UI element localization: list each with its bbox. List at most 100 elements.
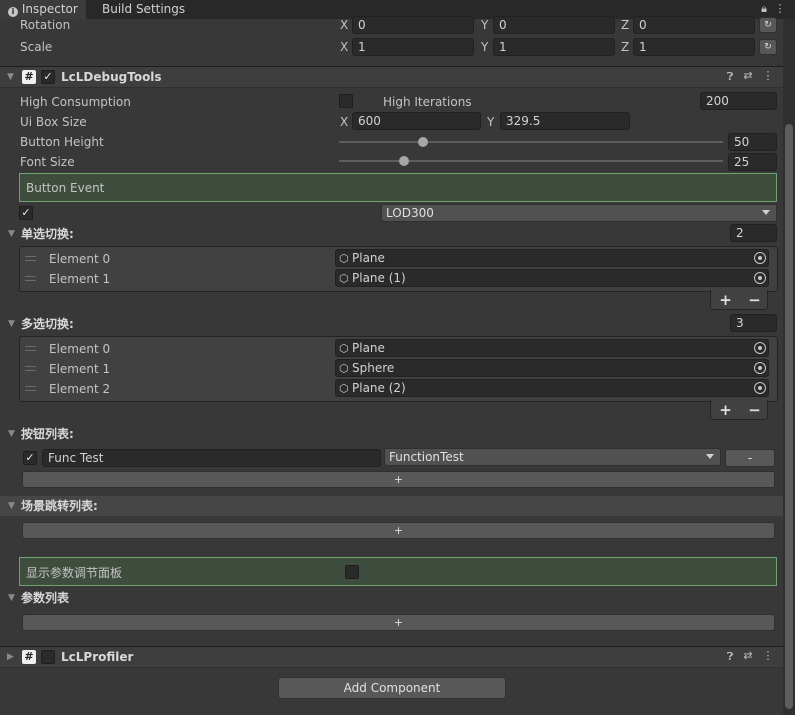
list-item-label: Element 0: [49, 252, 111, 266]
add-element-button[interactable]: +: [711, 400, 740, 420]
param-panel-box[interactable]: 显示参数调节面板: [19, 557, 777, 586]
single-switch-title[interactable]: 单选切换:: [21, 226, 74, 242]
object-field[interactable]: ⬡ Plane (2): [335, 379, 769, 397]
presets-icon[interactable]: ⇄: [741, 69, 755, 82]
scrollbar-thumb[interactable]: [785, 124, 793, 709]
button-height-slider-knob[interactable]: [418, 137, 429, 147]
tab-build-settings-label: Build Settings: [102, 2, 186, 16]
help-icon[interactable]: ❓︎: [723, 70, 737, 84]
object-field-value: Plane (1): [352, 271, 406, 285]
scale-z-field[interactable]: 1: [633, 38, 755, 56]
param-panel-label: 显示参数调节面板: [26, 566, 123, 580]
multi-switch-foldout-icon[interactable]: ▼: [8, 319, 15, 329]
cube-icon: ⬡: [339, 252, 349, 265]
lod-dropdown[interactable]: LOD300: [381, 204, 777, 222]
button-name-field[interactable]: Func Test: [42, 449, 381, 467]
scale-x-field[interactable]: 1: [352, 38, 474, 56]
drag-handle-icon[interactable]: [25, 366, 36, 371]
component-enabled-checkbox[interactable]: [41, 650, 55, 664]
button-height-slider-track[interactable]: [339, 141, 723, 143]
lock-icon[interactable]: 🔒︎: [757, 2, 771, 16]
ui-box-x-field[interactable]: 600: [352, 112, 481, 130]
add-scene-button[interactable]: +: [22, 522, 775, 539]
more-menu-icon[interactable]: ⋮: [761, 649, 775, 662]
ui-box-y-field[interactable]: 329.5: [500, 112, 630, 130]
button-height-field[interactable]: 50: [728, 133, 777, 151]
scene-list-header: [0, 496, 783, 516]
object-picker-icon[interactable]: [754, 342, 766, 354]
object-picker-icon[interactable]: [754, 272, 766, 284]
object-field[interactable]: ⬡ Plane: [335, 339, 769, 357]
high-iterations-label: High Iterations: [383, 95, 472, 109]
object-picker-icon[interactable]: [754, 362, 766, 374]
help-icon[interactable]: ❓︎: [723, 650, 737, 664]
add-param-button[interactable]: +: [22, 614, 775, 631]
add-component-button[interactable]: Add Component: [278, 677, 506, 699]
button-entry-checkbox[interactable]: ✓: [23, 451, 37, 465]
add-element-button[interactable]: +: [711, 290, 740, 310]
remove-element-button[interactable]: −: [740, 400, 769, 420]
reset-icon: ↻: [764, 42, 772, 52]
ui-box-y-label: Y: [487, 115, 495, 129]
cube-icon: ⬡: [339, 272, 349, 285]
more-menu-icon[interactable]: ⋮: [773, 2, 787, 15]
cube-icon: ⬡: [339, 382, 349, 395]
param-panel-checkbox[interactable]: [345, 565, 359, 579]
font-size-field[interactable]: 25: [728, 153, 777, 171]
button-list-title[interactable]: 按钮列表:: [21, 426, 74, 442]
object-field[interactable]: ⬡ Sphere: [335, 359, 769, 377]
remove-element-button[interactable]: −: [740, 290, 769, 310]
drag-handle-icon[interactable]: [25, 256, 36, 261]
object-field[interactable]: ⬡ Plane: [335, 249, 769, 267]
button-event-label: Button Event: [26, 181, 105, 195]
scale-y-label: Y: [481, 40, 489, 54]
reset-scale-button[interactable]: ↻: [759, 39, 777, 55]
drag-handle-icon[interactable]: [25, 276, 36, 281]
foldout-arrow-icon[interactable]: ▶: [7, 652, 14, 662]
param-list-foldout-icon[interactable]: ▼: [8, 593, 15, 603]
scene-list-title[interactable]: 场景跳转列表:: [21, 498, 98, 514]
single-switch-foldout-icon[interactable]: ▼: [8, 229, 15, 239]
remove-button-entry[interactable]: -: [725, 449, 775, 467]
font-size-slider-knob[interactable]: [399, 156, 410, 166]
button-height-label: Button Height: [20, 135, 104, 149]
ui-box-size-label: Ui Box Size: [20, 115, 87, 129]
reset-rotation-button[interactable]: ↻: [759, 17, 777, 33]
multi-switch-count[interactable]: 3: [730, 314, 777, 332]
tab-build-settings[interactable]: Build Settings: [94, 0, 193, 19]
scene-list-foldout-icon[interactable]: ▼: [8, 501, 15, 511]
event-enabled-checkbox[interactable]: ✓: [19, 206, 33, 220]
object-field[interactable]: ⬡ Plane (1): [335, 269, 769, 287]
component-enabled-checkbox[interactable]: ✓: [41, 70, 55, 84]
param-list-title[interactable]: 参数列表: [21, 590, 69, 606]
scale-z-label: Z: [621, 40, 630, 54]
high-iterations-field[interactable]: 200: [700, 92, 777, 110]
rotation-y-label: Y: [481, 18, 489, 32]
script-icon: #: [22, 70, 36, 84]
font-size-slider-track[interactable]: [339, 160, 723, 162]
chevron-down-icon: [762, 210, 770, 215]
drag-handle-icon[interactable]: [25, 386, 36, 391]
more-menu-icon[interactable]: ⋮: [761, 69, 775, 82]
object-picker-icon[interactable]: [754, 382, 766, 394]
font-size-label: Font Size: [20, 155, 75, 169]
button-list-foldout-icon[interactable]: ▼: [8, 429, 15, 439]
add-button-entry[interactable]: +: [22, 471, 775, 488]
drag-handle-icon[interactable]: [25, 346, 36, 351]
rotation-z-field[interactable]: 0: [633, 16, 755, 34]
function-dropdown[interactable]: FunctionTest: [384, 448, 721, 466]
object-picker-icon[interactable]: [754, 252, 766, 264]
presets-icon[interactable]: ⇄: [741, 649, 755, 662]
button-event-box[interactable]: Button Event: [19, 173, 777, 202]
component-header-profiler[interactable]: ▶ # LcLProfiler ❓︎ ⇄ ⋮: [0, 646, 784, 668]
single-switch-count[interactable]: 2: [730, 224, 777, 242]
scale-y-field[interactable]: 1: [493, 38, 615, 56]
list-item-label: Element 1: [49, 272, 111, 286]
foldout-arrow-icon[interactable]: ▼: [7, 72, 14, 82]
multi-switch-title[interactable]: 多选切换:: [21, 316, 74, 332]
high-consumption-checkbox[interactable]: [339, 94, 353, 108]
component-header-debugtools[interactable]: ▼ # ✓ LcLDebugTools ❓︎ ⇄ ⋮: [0, 66, 784, 88]
rotation-x-field[interactable]: 0: [352, 16, 474, 34]
rotation-z-label: Z: [621, 18, 630, 32]
rotation-y-field[interactable]: 0: [493, 16, 615, 34]
